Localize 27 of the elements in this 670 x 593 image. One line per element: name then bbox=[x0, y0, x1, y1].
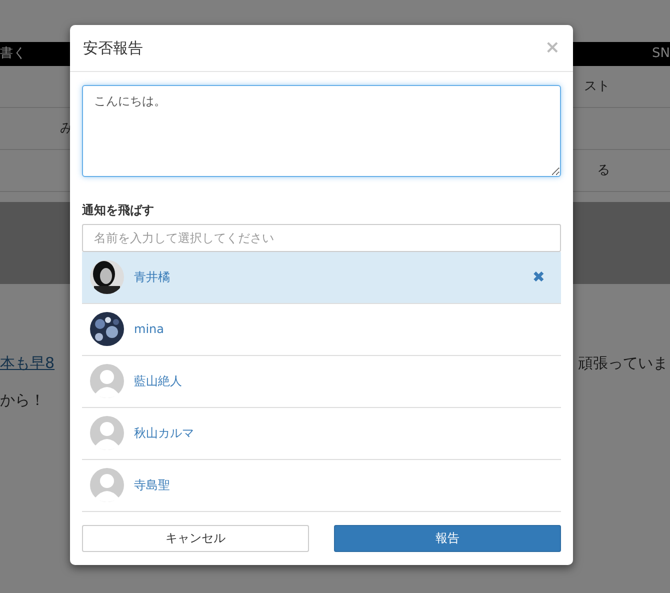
menu-link[interactable]: スト bbox=[584, 76, 610, 96]
recipient-name[interactable]: 藍山絶人 bbox=[134, 372, 182, 390]
search-field[interactable]: 名前を入力して選択してください bbox=[82, 224, 561, 252]
article-text: 頑張っていま bbox=[578, 353, 668, 374]
recipient-name[interactable]: 寺島聖 bbox=[134, 476, 170, 494]
avatar-icon bbox=[90, 468, 124, 502]
submit-button[interactable]: 報告 bbox=[334, 524, 561, 552]
field-label: 通知を飛ばす bbox=[82, 202, 155, 218]
nav-link[interactable]: 書く bbox=[0, 44, 26, 64]
article-link[interactable]: 本も早8 bbox=[0, 352, 55, 374]
modal-title: 安否報告 bbox=[83, 38, 143, 59]
recipient-item[interactable]: 青井橘 ✖ bbox=[82, 252, 561, 304]
recipient-name[interactable]: mina bbox=[134, 320, 164, 338]
recipient-name[interactable]: 秋山カルマ bbox=[134, 424, 194, 442]
article-text: から！ bbox=[0, 390, 46, 410]
avatar-icon bbox=[90, 364, 124, 398]
nav-link[interactable]: SN bbox=[652, 44, 670, 64]
menu-link[interactable]: る bbox=[597, 160, 610, 180]
message-field[interactable]: こんにちは。 bbox=[82, 85, 561, 177]
recipient-item[interactable]: 藍山絶人 bbox=[82, 356, 561, 408]
avatar-icon bbox=[90, 416, 124, 450]
recipient-item[interactable]: 秋山カルマ bbox=[82, 408, 561, 460]
remove-button[interactable]: ✖ bbox=[532, 270, 545, 284]
recipient-name[interactable]: 青井橘 bbox=[134, 268, 170, 286]
recipient-item[interactable]: mina bbox=[82, 304, 561, 356]
cancel-button[interactable]: キャンセル bbox=[82, 524, 309, 552]
recipient-item[interactable]: 寺島聖 bbox=[82, 460, 561, 512]
